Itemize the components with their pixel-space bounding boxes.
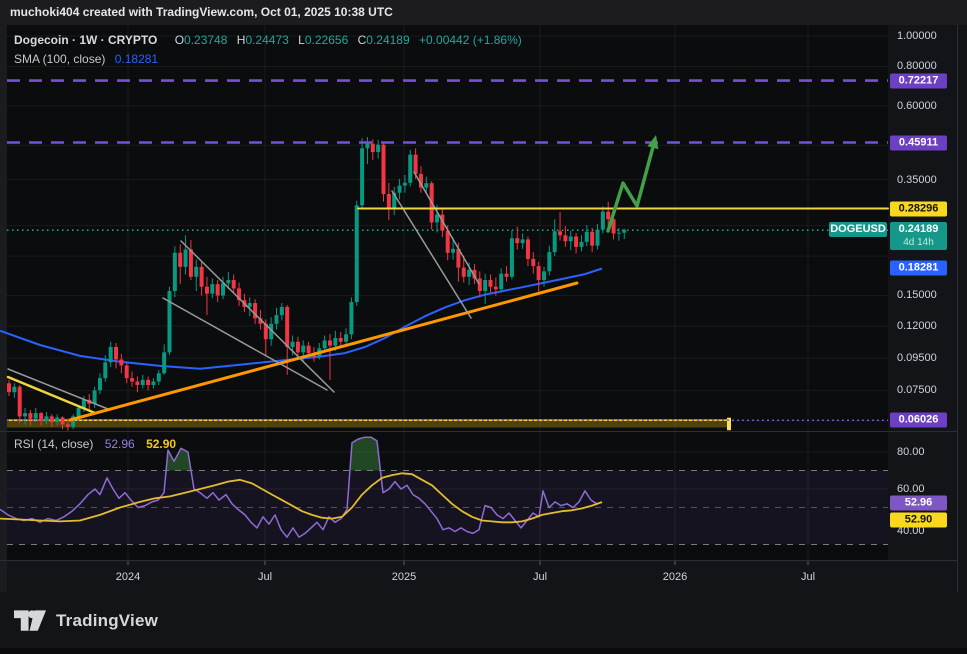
axis-label-0.09500: 0.09500 (897, 352, 937, 364)
axis-badge-52.90: 52.90 (890, 512, 947, 527)
rsi-label[interactable]: RSI (14, close) (14, 437, 93, 451)
axis-badge-0.72217: 0.72217 (890, 73, 947, 88)
axis-label-0.80000: 0.80000 (897, 60, 937, 72)
rsi-value: 52.96 (105, 437, 135, 451)
time-label-Jul: Jul (801, 571, 815, 583)
symbol-price-label: DOGEUSD (829, 222, 887, 237)
time-label-Jul: Jul (258, 571, 272, 583)
attribution-bar: muchoki404 created with TradingView.com,… (0, 0, 967, 25)
time-label-2026: 2026 (663, 571, 687, 583)
tradingview-logo[interactable]: TradingView (14, 610, 158, 632)
chart-canvas[interactable] (0, 0, 967, 654)
rsi-ma-value: 52.90 (146, 437, 176, 451)
low-value: 0.22656 (305, 33, 348, 47)
tradingview-logo-icon (14, 610, 47, 632)
axis-label-0.35000: 0.35000 (897, 174, 937, 186)
symbol-price-label-text: DOGEUSD (830, 223, 886, 235)
axis-badge-0.06026: 0.06026 (890, 413, 947, 428)
axis-label-60.00: 60.00 (897, 483, 925, 495)
tradingview-snapshot: muchoki404 created with TradingView.com,… (0, 0, 967, 654)
last-price-badge: 0.24189 4d 14h (890, 222, 947, 250)
attribution-text: muchoki404 created with TradingView.com,… (10, 5, 393, 19)
low-label: L (298, 33, 305, 47)
rsi-legend: RSI (14, close) 52.96 52.90 (14, 437, 176, 451)
axis-badge-52.96: 52.96 (890, 496, 947, 511)
change-value: +0.00442 (+1.86%) (419, 33, 522, 47)
axis-label-0.07500: 0.07500 (897, 384, 937, 396)
axis-label-1.00000: 1.00000 (897, 30, 937, 42)
axis-badge-0.28296: 0.28296 (890, 201, 947, 216)
time-label-2024: 2024 (116, 571, 140, 583)
open-label: O (175, 33, 184, 47)
main-legend: Dogecoin · 1W · CRYPTO O0.23748 H0.24473… (14, 33, 522, 47)
bar-countdown: 4d 14h (890, 237, 947, 249)
open-value: 0.23748 (184, 33, 227, 47)
last-price-value: 0.24189 (890, 222, 947, 237)
close-value: 0.24189 (366, 33, 409, 47)
time-label-2025: 2025 (392, 571, 416, 583)
bottom-strip (0, 648, 967, 654)
axis-label-80.00: 80.00 (897, 446, 925, 458)
axis-badge-0.45911: 0.45911 (890, 135, 947, 150)
close-label: C (358, 33, 367, 47)
sma-value: 0.18281 (115, 52, 158, 66)
axis-label-0.12000: 0.12000 (897, 320, 937, 332)
sma-legend: SMA (100, close) 0.18281 (14, 52, 158, 66)
time-label-Jul: Jul (533, 571, 547, 583)
axis-label-0.60000: 0.60000 (897, 100, 937, 112)
sma-label[interactable]: SMA (100, close) (14, 52, 105, 66)
tradingview-logo-text: TradingView (56, 611, 158, 631)
axis-label-0.15000: 0.15000 (897, 289, 937, 301)
axis-badge-0.18281: 0.18281 (890, 260, 947, 275)
high-value: 0.24473 (245, 33, 288, 47)
symbol-title[interactable]: Dogecoin · 1W · CRYPTO (14, 33, 157, 47)
